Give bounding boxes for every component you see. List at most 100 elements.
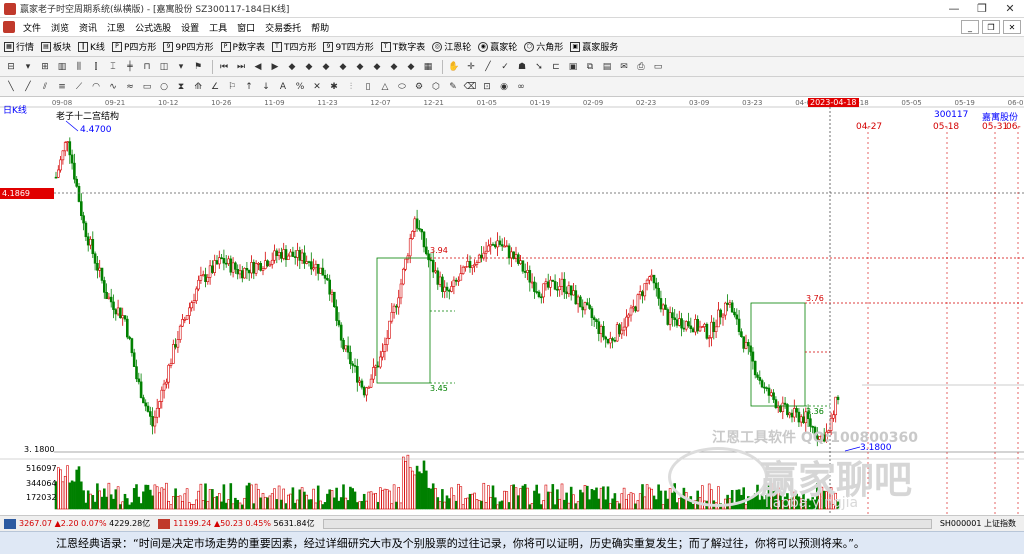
next-icon[interactable]: ▶ — [268, 60, 282, 74]
draw-hex-icon[interactable]: ⬡ — [429, 80, 443, 94]
dropdown-2-icon[interactable]: ▾ — [174, 60, 188, 74]
draw-cycle-icon[interactable]: ∿ — [106, 80, 120, 94]
draw-ring-icon[interactable]: ∞ — [514, 80, 528, 94]
close-button[interactable]: ✕ — [996, 0, 1024, 18]
bar-chart-icon[interactable]: ▥ — [55, 60, 69, 74]
dropdown-icon[interactable]: ▾ — [21, 60, 35, 74]
copy-icon[interactable]: ⧉ — [583, 60, 597, 74]
mdi-close-icon[interactable]: ✕ — [1003, 20, 1021, 34]
prev-icon[interactable]: ◀ — [251, 60, 265, 74]
bar-icon[interactable]: ▭ — [651, 60, 665, 74]
calc-icon[interactable]: ▣ — [566, 60, 580, 74]
diamond-6-icon[interactable]: ◆ — [370, 60, 384, 74]
sh-index-section[interactable]: 3267.07 ▲2.20 0.07% 4229.28亿 — [4, 518, 150, 529]
last-page-icon[interactable]: ⏭ — [234, 60, 248, 74]
draw-percent-icon[interactable]: % — [293, 80, 307, 94]
arrow-icon[interactable]: ➘ — [532, 60, 546, 74]
toolbar-gann-wheel-button[interactable]: ◎ 江恩轮 — [432, 40, 471, 53]
diamond-1-icon[interactable]: ◆ — [285, 60, 299, 74]
price-icon[interactable]: ◫ — [157, 60, 171, 74]
toolbar-sector-button[interactable]: ▤ 板块 — [41, 40, 71, 53]
draw-channel-icon[interactable]: ⫽ — [38, 80, 52, 94]
minimize-button[interactable]: — — [940, 0, 968, 18]
gift-icon[interactable]: ☗ — [515, 60, 529, 74]
toolbar-p-square-button[interactable]: P P四方形 — [111, 40, 156, 53]
draw-flag-icon[interactable]: ⚐ — [225, 80, 239, 94]
menu-window[interactable]: 窗口 — [232, 21, 260, 34]
mail-icon[interactable]: ✉ — [617, 60, 631, 74]
diamond-4-icon[interactable]: ◆ — [336, 60, 350, 74]
draw-ray-icon[interactable]: ╱ — [21, 80, 35, 94]
candle-alt-icon[interactable]: ⫿ — [89, 60, 103, 74]
draw-down-icon[interactable]: ↓ — [259, 80, 273, 94]
draw-lock-icon[interactable]: ⊡ — [480, 80, 494, 94]
draw-line-icon[interactable]: ╲ — [4, 80, 18, 94]
draw-text-icon[interactable]: A — [276, 80, 290, 94]
sheet-icon[interactable]: ▤ — [600, 60, 614, 74]
menu-help[interactable]: 帮助 — [306, 21, 334, 34]
menu-gann[interactable]: 江恩 — [102, 21, 130, 34]
diamond-5-icon[interactable]: ◆ — [353, 60, 367, 74]
menu-browse[interactable]: 浏览 — [46, 21, 74, 34]
mdi-restore-icon[interactable]: ❐ — [982, 20, 1000, 34]
draw-star-icon[interactable]: ✱ — [327, 80, 341, 94]
toolbar-p-table-button[interactable]: P P数字表 — [220, 40, 265, 53]
kline-chart-area[interactable]: 09-08 09-21 10-12 10-26 11-09 11-23 12-07 12-21… — [0, 97, 1024, 515]
toolbar-winner-wheel-button[interactable]: ◉ 赢家轮 — [478, 40, 517, 53]
draw-arc-icon[interactable]: ◠ — [89, 80, 103, 94]
draw-circle-icon[interactable]: ○ — [157, 80, 171, 94]
draw-gann-icon[interactable]: ⟋ — [72, 80, 86, 94]
menu-trade[interactable]: 交易委托 — [260, 21, 306, 34]
first-page-icon[interactable]: ⏮ — [217, 60, 231, 74]
menu-settings[interactable]: 设置 — [176, 21, 204, 34]
draw-time-icon[interactable]: ⧗ — [174, 80, 188, 94]
grid-icon[interactable]: ⊞ — [38, 60, 52, 74]
sz-index-section[interactable]: 11199.24 ▲50.23 0.45% 5631.84亿 — [158, 518, 315, 529]
menu-info[interactable]: 资讯 — [74, 21, 102, 34]
diamond-2-icon[interactable]: ◆ — [302, 60, 316, 74]
draw-split-icon[interactable]: ⫶ — [344, 80, 358, 94]
index-ticker[interactable]: SH000001 上证指数 — [940, 518, 1016, 529]
toolbar-9p-square-button[interactable]: 9 9P四方形 — [163, 40, 214, 53]
draw-tri-icon[interactable]: △ — [378, 80, 392, 94]
crosshair-icon[interactable]: ✛ — [464, 60, 478, 74]
menu-formula[interactable]: 公式选股 — [130, 21, 176, 34]
toolbar-hexagon-button[interactable]: ⬡ 六角形 — [524, 40, 563, 53]
toolbar-service-button[interactable]: ▣ 赢家服务 — [570, 40, 618, 53]
horizontal-scrollbar[interactable] — [322, 518, 932, 529]
toolbar-quote-button[interactable]: ▦ 行情 — [4, 40, 34, 53]
trendline-icon[interactable]: ╱ — [481, 60, 495, 74]
diamond-7-icon[interactable]: ◆ — [387, 60, 401, 74]
draw-box-icon[interactable]: ▭ — [140, 80, 154, 94]
draw-fib-icon[interactable]: ≡ — [55, 80, 69, 94]
diamond-3-icon[interactable]: ◆ — [319, 60, 333, 74]
draw-rect-icon[interactable]: ▯ — [361, 80, 375, 94]
fan-icon[interactable]: ✓ — [498, 60, 512, 74]
menu-tools[interactable]: 工具 — [204, 21, 232, 34]
layout-icon[interactable]: ⊟ — [4, 60, 18, 74]
menu-file[interactable]: 文件 — [18, 21, 46, 34]
mdi-minimize-icon[interactable]: _ — [961, 20, 979, 34]
ruler-icon[interactable]: ⊏ — [549, 60, 563, 74]
table-icon[interactable]: ▦ — [421, 60, 435, 74]
draw-up-icon[interactable]: ↑ — [242, 80, 256, 94]
restore-button[interactable]: ❐ — [968, 0, 996, 18]
toolbar-t-table-button[interactable]: T T数字表 — [380, 40, 425, 53]
draw-angle-icon[interactable]: ∠ — [208, 80, 222, 94]
draw-speed-icon[interactable]: ⟰ — [191, 80, 205, 94]
candle-icon[interactable]: ⫼ — [72, 60, 86, 74]
toolbar-t-square-button[interactable]: T T四方形 — [271, 40, 316, 53]
candle-hollow-icon[interactable]: ⌶ — [106, 60, 120, 74]
draw-ell-icon[interactable]: ⬭ — [395, 80, 409, 94]
diamond-8-icon[interactable]: ◆ — [404, 60, 418, 74]
flag-icon[interactable]: ⚑ — [191, 60, 205, 74]
draw-gear-icon[interactable]: ⚙ — [412, 80, 426, 94]
hand-icon[interactable]: ✋ — [447, 60, 461, 74]
draw-wave-icon[interactable]: ≈ — [123, 80, 137, 94]
draw-eye-icon[interactable]: ◉ — [497, 80, 511, 94]
toolbar-9t-square-button[interactable]: 9 9T四方形 — [323, 40, 374, 53]
print-icon[interactable]: ⎙ — [634, 60, 648, 74]
tower-icon[interactable]: ⊓ — [140, 60, 154, 74]
draw-cross-icon[interactable]: ✕ — [310, 80, 324, 94]
toolbar-kline-button[interactable]: ┃ K线 — [78, 40, 105, 53]
